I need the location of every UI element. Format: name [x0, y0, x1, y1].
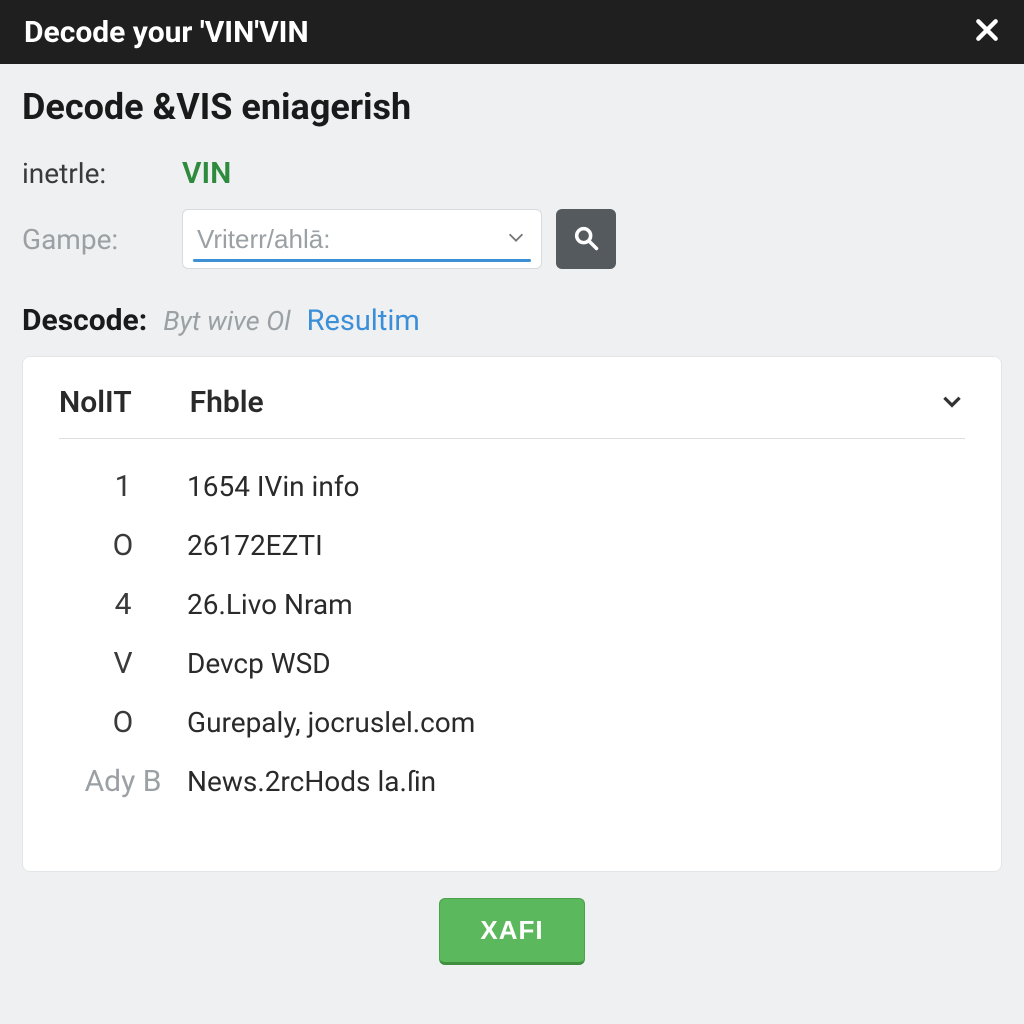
cell-code: O — [59, 528, 187, 563]
cell-value: News.2rcHods la.ſin — [187, 765, 436, 798]
label-gampe: Gampe: — [22, 223, 182, 256]
label-inetrle: inetrle: — [22, 157, 182, 190]
cell-code: V — [59, 646, 187, 681]
close-icon[interactable] — [974, 15, 1000, 49]
head-cols: NolIT Fhble — [59, 385, 264, 420]
table-row[interactable]: 426.Livo Nram — [59, 575, 965, 634]
input-underline — [193, 259, 531, 262]
cell-code: O — [59, 705, 187, 740]
result-link[interactable]: Resultim — [307, 304, 420, 338]
decode-label: Descode: — [22, 303, 147, 338]
chevron-down-icon — [505, 226, 527, 252]
table-row[interactable]: OGurepaly, jocruslel.com — [59, 693, 965, 752]
select-vriter[interactable] — [182, 209, 542, 269]
table-body: 11654 IVin infoO26172EZTI426.Livo NramVD… — [59, 457, 965, 811]
cell-code: 4 — [59, 587, 187, 622]
search-icon — [572, 224, 600, 255]
page-title: Decode &VIS eniagerish — [22, 86, 1002, 128]
form-row-gampe: Gampe: — [22, 209, 1002, 269]
footer: XAFI — [0, 872, 1024, 991]
xafi-button[interactable]: XAFI — [439, 898, 584, 965]
table-row[interactable]: Ady BNews.2rcHods la.ſin — [59, 752, 965, 811]
decode-row: Descode: Byt wive Ol Resultim — [22, 303, 1002, 338]
form-row-inetrle: inetrle: VIN — [22, 156, 1002, 191]
cell-code: Ady B — [59, 764, 187, 799]
cell-value: 1654 IVin info — [187, 470, 360, 503]
value-vin: VIN — [182, 156, 231, 191]
chevron-down-icon[interactable] — [939, 388, 965, 418]
cell-value: 26172EZTI — [187, 529, 323, 562]
window-title: Decode your 'VIN'VIN — [24, 15, 309, 50]
content: Decode &VIS eniagerish inetrle: VIN Gamp… — [0, 64, 1024, 872]
col-header-2: Fhble — [190, 385, 264, 420]
table-row[interactable]: VDevcp WSD — [59, 634, 965, 693]
titlebar: Decode your 'VIN'VIN — [0, 0, 1024, 64]
results-panel: NolIT Fhble 11654 IVin infoO26172EZTI426… — [22, 356, 1002, 872]
cell-value: 26.Livo Nram — [187, 588, 353, 621]
decode-sub: Byt wive Ol — [163, 305, 290, 337]
panel-head: NolIT Fhble — [59, 385, 965, 439]
table-row[interactable]: 11654 IVin info — [59, 457, 965, 516]
cell-value: Devcp WSD — [187, 647, 331, 680]
cell-value: Gurepaly, jocruslel.com — [187, 706, 475, 739]
select-input[interactable] — [197, 224, 493, 255]
table-row[interactable]: O26172EZTI — [59, 516, 965, 575]
search-button[interactable] — [556, 209, 616, 269]
cell-code: 1 — [59, 469, 187, 504]
col-header-1: NolIT — [59, 385, 132, 420]
